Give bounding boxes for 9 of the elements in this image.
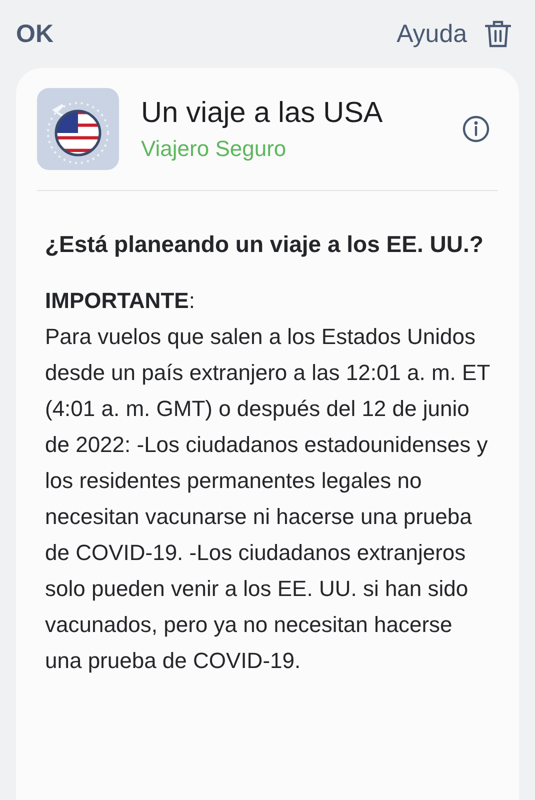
flag-app-icon [37,88,119,170]
trip-title: Un viaje a las USA [141,96,384,130]
help-button[interactable]: Ayuda [396,20,467,48]
ok-button[interactable]: OK [16,20,54,48]
question-heading: ¿Está planeando un viaje a los EE. UU.? [44,230,484,259]
info-paragraph: IMPORTANTE: Para vuelos que salen a los Estados Unidos desde un país extranjero a las 12:01 a. m. ET (4:01 a. m. GMT) o después del 12 de junio de 2022: -Los ciudadanos estadounidenses y los residentes permanentes legales no necesitan vacunarse ni hacerse una prueba de COVID-19. -Los ciudadanos extranjeros solo pueden venir a los EE. UU. si han sido vacunados, pero ya no necesitan hacerse una prueba de COVID-19. [44,287,491,675]
app-subtitle: Viajero Seguro [141,136,288,162]
trash-icon[interactable] [485,20,511,48]
info-icon[interactable] [462,115,490,143]
